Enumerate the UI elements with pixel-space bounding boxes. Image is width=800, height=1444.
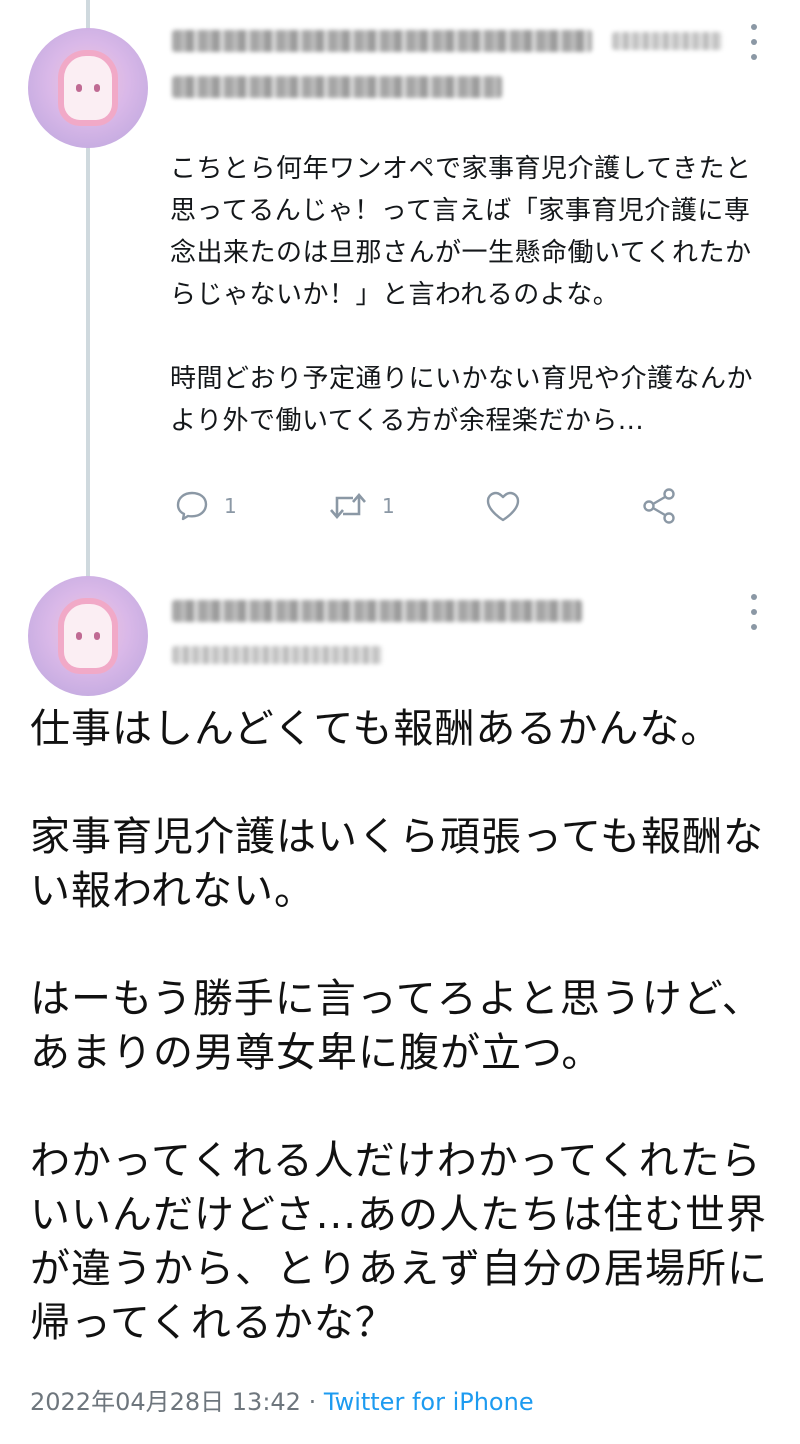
main-paragraph: はーもう勝手に言ってろよと思うけど、あまりの男尊女卑に腹が立つ。 [30, 976, 763, 1076]
avatar-face [64, 604, 112, 668]
like-icon [486, 491, 520, 522]
meta-separator: · [308, 1388, 317, 1416]
reply-author-handle-blurred [612, 32, 722, 50]
main-author-avatar[interactable] [28, 576, 148, 696]
main-more-options-icon[interactable] [744, 592, 764, 632]
reply-author-name-blurred[interactable] [172, 30, 592, 52]
reply-paragraph: 時間どおり予定通りにいかない育児や介護なんかより外で働いてくる方が余程楽だから.… [170, 364, 754, 436]
tweet-metadata: 2022年04月28日 13:42 · Twitter for iPhone [30, 1384, 534, 1420]
retweet-count: 1 [382, 494, 395, 518]
reply-button[interactable]: 1 [174, 486, 237, 526]
main-paragraph: わかってくれる人だけわかってくれたらいいんだけどさ...あの人たちは住む世界が違… [30, 1138, 768, 1346]
reply-icon [176, 491, 208, 521]
reply-more-options-icon[interactable] [744, 22, 764, 62]
main-author-handle-blurred [172, 646, 382, 664]
avatar-face [64, 56, 112, 120]
reply-action-bar: 1 1 [168, 486, 708, 526]
reply-tweet-body: こちとら何年ワンオペで家事育児介護してきたと思ってるんじゃ！って言えば「家事育児… [170, 148, 770, 442]
main-author-name-blurred[interactable] [172, 600, 582, 622]
reply-count: 1 [224, 494, 237, 518]
tweet-timestamp[interactable]: 2022年04月28日 13:42 [30, 1388, 301, 1416]
share-icon [643, 488, 675, 524]
retweet-icon [330, 493, 366, 519]
reply-to-line-blurred [172, 76, 502, 98]
main-paragraph: 家事育児介護はいくら頑張っても報酬ない報われない。 [30, 814, 764, 914]
reply-paragraph: こちとら何年ワンオペで家事育児介護してきたと思ってるんじゃ！って言えば「家事育児… [170, 154, 752, 310]
like-button[interactable] [484, 486, 536, 526]
main-paragraph: 仕事はしんどくても報酬あるかんな。 [30, 706, 722, 752]
tweet-source-link[interactable]: Twitter for iPhone [324, 1388, 534, 1416]
main-tweet-body: 仕事はしんどくても報酬あるかんな。 家事育児介護はいくら頑張っても報酬ない報われ… [30, 702, 780, 1350]
retweet-button[interactable]: 1 [328, 486, 395, 526]
share-button[interactable] [640, 486, 680, 526]
reply-author-avatar[interactable] [28, 28, 148, 148]
